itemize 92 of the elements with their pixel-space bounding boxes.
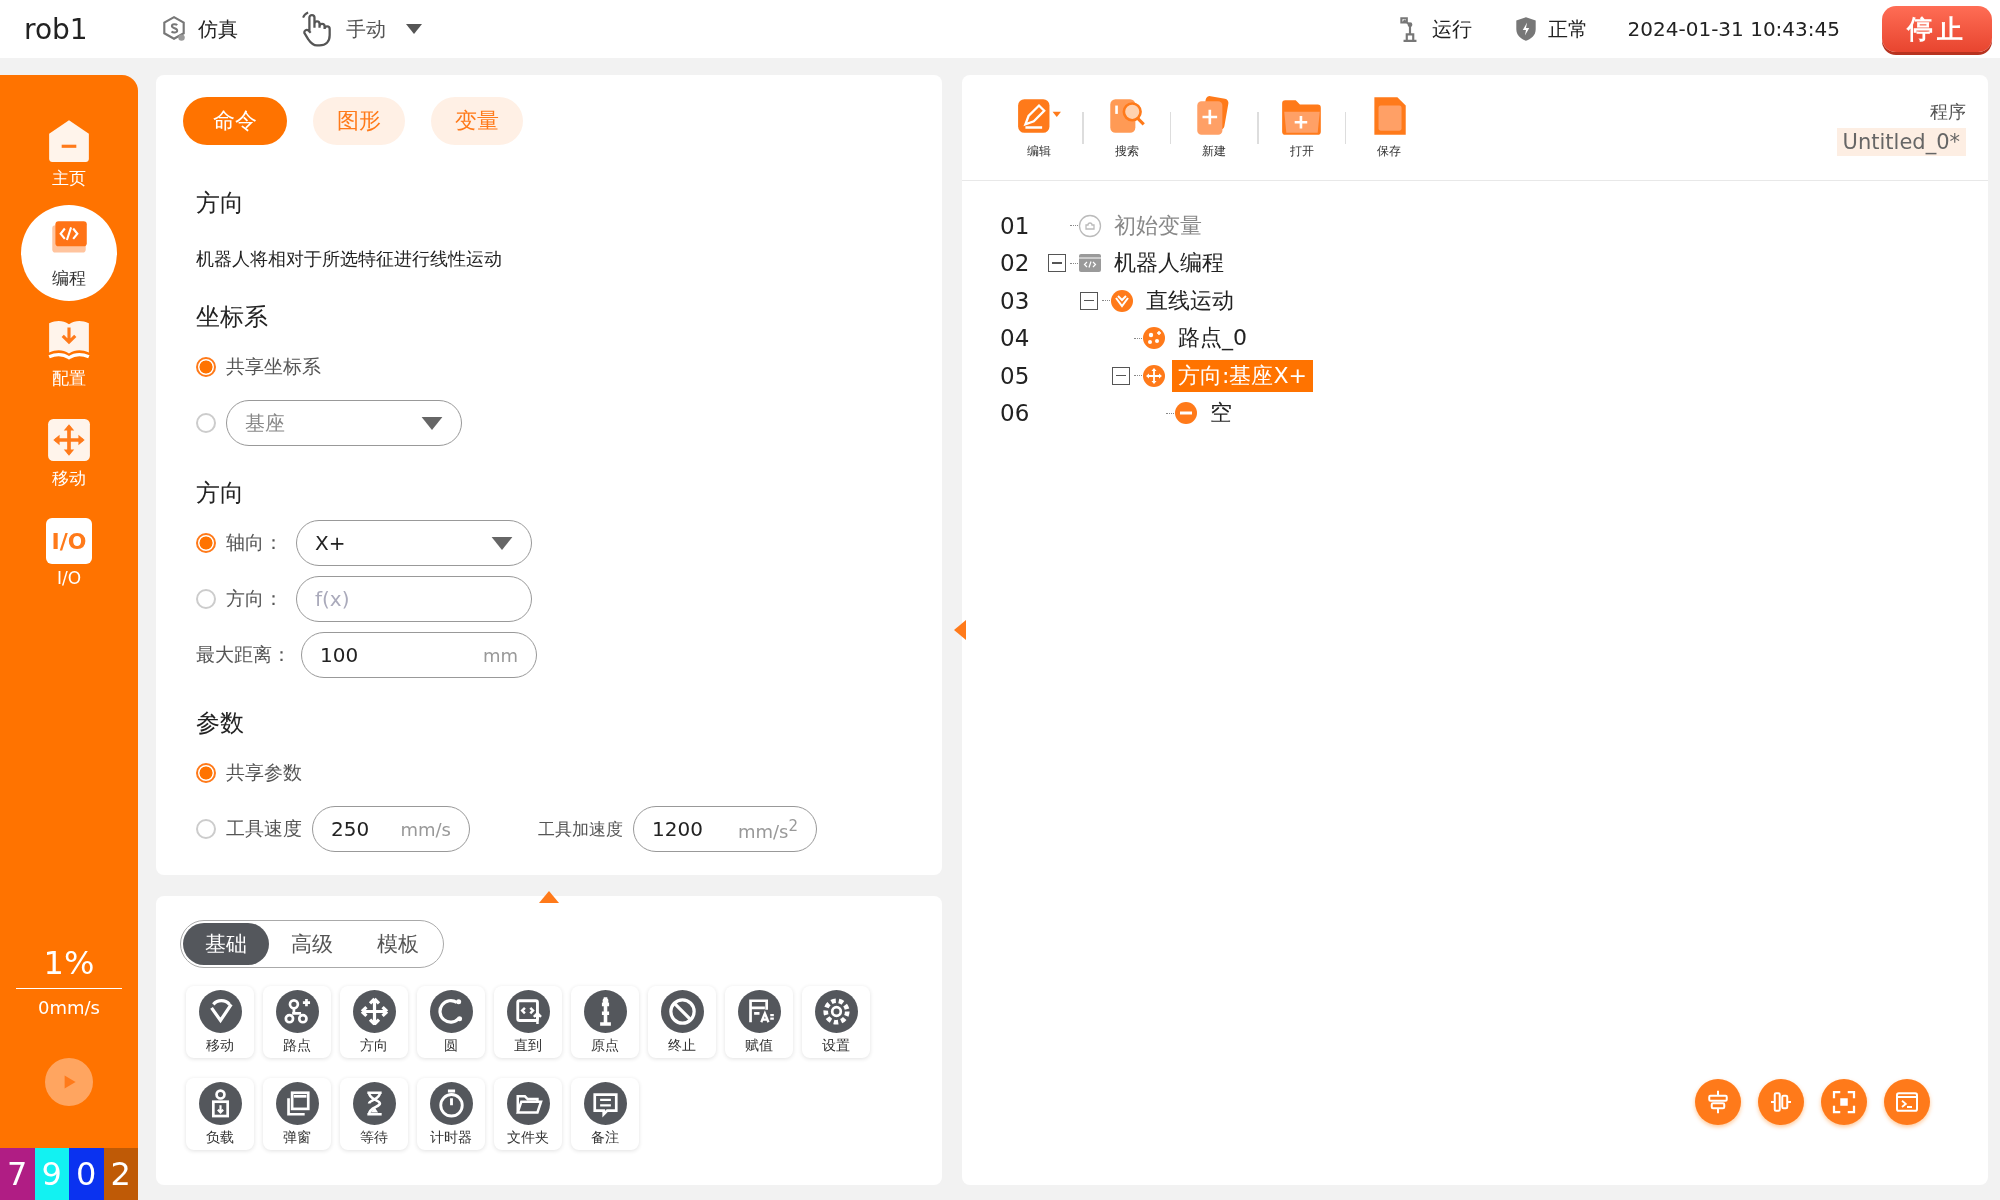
align-horizontal-button[interactable]	[1695, 1079, 1741, 1125]
line-number: 06	[1000, 400, 1031, 427]
circle-icon	[429, 989, 473, 1033]
timer-icon	[429, 1081, 473, 1125]
command-tile[interactable]: 等待	[340, 1078, 408, 1150]
command-tile[interactable]: 移动	[186, 986, 254, 1058]
toolbar-button[interactable]: 编辑	[1006, 91, 1072, 164]
program-label: 程序	[1930, 99, 1966, 124]
stop-icon	[660, 989, 704, 1033]
line-number: 04	[1000, 325, 1031, 352]
command-tile[interactable]: 备注	[571, 1078, 639, 1150]
radio-button[interactable]	[196, 819, 216, 839]
collapse-icon[interactable]	[1048, 254, 1066, 273]
tab[interactable]: 基础	[183, 923, 269, 965]
toolbar-button[interactable]: 搜索	[1093, 91, 1160, 164]
line-number: 03	[1000, 287, 1031, 314]
option-label: 共享参数	[226, 760, 302, 785]
wait-icon	[352, 1081, 396, 1125]
option-label: 共享坐标系	[226, 354, 321, 379]
command-tile[interactable]: 路点	[263, 986, 331, 1058]
line-number: 02	[1000, 250, 1031, 277]
program-name: Untitled_0*	[1836, 127, 1966, 156]
command-tile[interactable]: 弹窗	[263, 1078, 331, 1150]
speed-percent: 1%	[16, 944, 122, 989]
counter-digit: 0	[69, 1148, 104, 1200]
radio-button[interactable]	[196, 533, 216, 553]
caret-icon	[491, 536, 513, 550]
collapse-up-icon[interactable]	[539, 891, 559, 903]
radio-button[interactable]	[196, 357, 216, 377]
toolbar-button[interactable]: 保存	[1356, 91, 1422, 164]
collapse-icon[interactable]	[1080, 291, 1098, 310]
option-label: 工具速度	[226, 816, 302, 841]
speed-value: 0mm/s	[38, 997, 100, 1018]
command-tile[interactable]: 原点	[571, 986, 639, 1058]
command-tile[interactable]: 赋值	[725, 986, 793, 1058]
option-label: 轴向：	[226, 530, 284, 555]
io-icon: I/O	[46, 518, 92, 564]
counter-digit: 7	[0, 1148, 35, 1200]
tree-node[interactable]: 路点_0	[1172, 322, 1253, 355]
direction-icon	[352, 989, 396, 1033]
command-tile[interactable]: 直到	[494, 986, 562, 1058]
mode-dropdown[interactable]: 手动	[297, 10, 422, 48]
section-heading: 参数	[196, 708, 245, 739]
tab[interactable]: 高级	[269, 923, 355, 965]
section-heading: 方向	[196, 478, 245, 509]
settings-icon	[814, 989, 858, 1033]
simulation-button[interactable]: 仿真	[159, 15, 238, 43]
date-time: 2024-01-31 10:43:45	[1627, 17, 1840, 41]
radio-button[interactable]	[196, 763, 216, 783]
tree-node[interactable]: 直线运动	[1140, 284, 1240, 317]
command-tile[interactable]: 终止	[648, 986, 716, 1058]
line-number: 01	[1000, 212, 1031, 239]
move-arrows-icon	[46, 416, 92, 463]
robot-name: rob1	[24, 12, 88, 46]
toolbar-button[interactable]: 新建	[1181, 91, 1247, 164]
waypoint-icon	[275, 989, 319, 1033]
nav-item[interactable]: 编程	[21, 205, 117, 301]
command-tile[interactable]: 计时器	[417, 1078, 485, 1150]
radio-button[interactable]	[196, 413, 216, 433]
popup-icon	[275, 1081, 319, 1125]
collapse-left-icon[interactable]	[954, 620, 966, 640]
field-label: 最大距离：	[196, 642, 291, 667]
align-vertical-button[interactable]	[1758, 1079, 1804, 1125]
caret-icon	[405, 24, 422, 34]
tree-node[interactable]: 机器人编程	[1108, 247, 1230, 280]
field-label: 工具加速度	[538, 817, 623, 841]
section-title: 方向	[196, 188, 245, 219]
command-tile[interactable]: 负载	[186, 1078, 254, 1150]
folder-icon	[506, 1081, 550, 1125]
play-button[interactable]	[45, 1058, 93, 1106]
status-text: 运行	[1431, 15, 1472, 43]
toolbar-button[interactable]: 打开	[1268, 91, 1335, 164]
tab[interactable]: 模板	[355, 923, 441, 965]
line-number: 05	[1000, 362, 1031, 389]
note-icon	[583, 1081, 627, 1125]
section-heading: 坐标系	[196, 302, 269, 333]
command-tile[interactable]: 方向	[340, 986, 408, 1058]
command-tile[interactable]: 文件夹	[494, 1078, 562, 1150]
description: 机器人将相对于所选特征进行线性运动	[196, 247, 503, 271]
status-text: 正常	[1547, 15, 1588, 43]
collapse-icon[interactable]	[1112, 366, 1130, 385]
direction-input[interactable]: f(x)	[296, 576, 532, 622]
fit-view-button[interactable]	[1821, 1079, 1867, 1125]
caret-icon	[421, 416, 443, 430]
counter-digit: 9	[34, 1148, 69, 1200]
console-button[interactable]	[1884, 1079, 1930, 1125]
radio-button[interactable]	[196, 589, 216, 609]
tree-node[interactable]: 空	[1204, 397, 1238, 430]
counter-digit: 2	[103, 1148, 138, 1200]
command-tile[interactable]: 圆	[417, 986, 485, 1058]
command-tile[interactable]: 设置	[802, 986, 870, 1058]
option-label: 方向：	[226, 586, 284, 611]
